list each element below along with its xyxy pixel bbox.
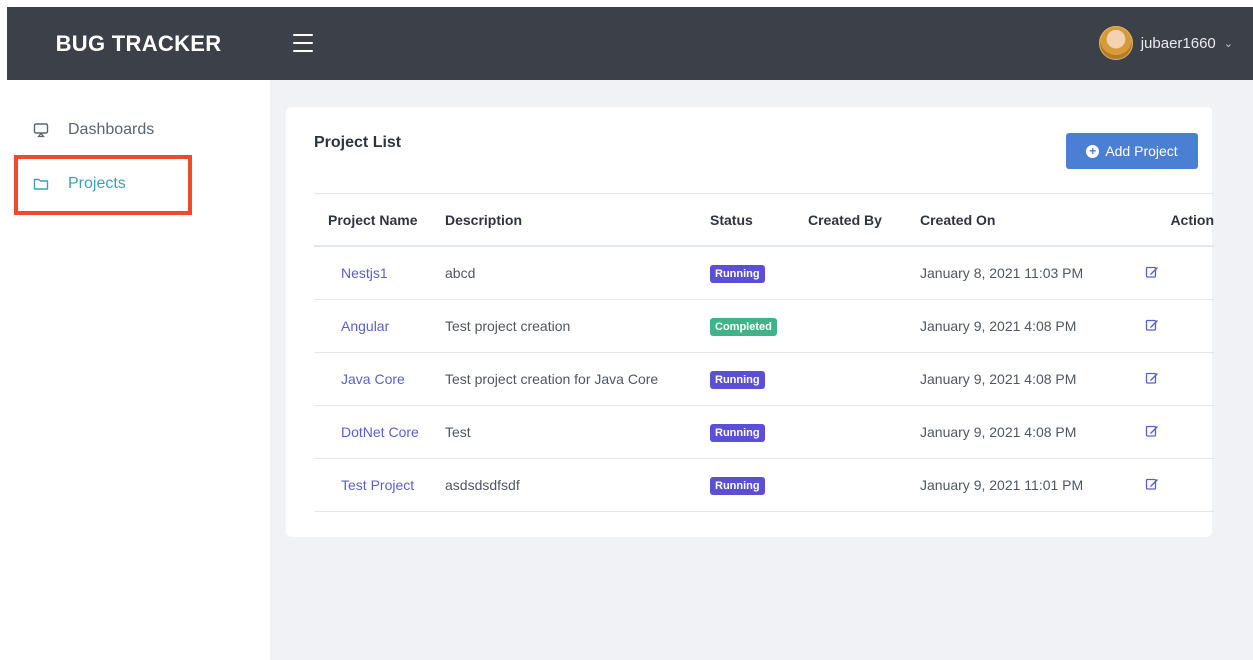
project-list-card: Project List + Add Project Project Name … bbox=[286, 107, 1214, 537]
project-description: asdsdsdfsdf bbox=[445, 477, 520, 493]
table-row: Java Core Test project creation for Java… bbox=[314, 353, 1214, 406]
column-header: Description bbox=[445, 211, 523, 228]
project-name-link[interactable]: Angular bbox=[341, 318, 389, 334]
status-badge: Completed bbox=[710, 317, 777, 336]
column-header: Created By bbox=[808, 211, 882, 228]
table-row: DotNet Core Test Running January 9, 2021… bbox=[314, 406, 1214, 459]
project-name-link[interactable]: Nestjs1 bbox=[341, 265, 388, 281]
status-badge: Running bbox=[710, 476, 765, 495]
project-name-link[interactable]: DotNet Core bbox=[341, 424, 419, 440]
menu-toggle-icon[interactable] bbox=[293, 34, 313, 52]
username: jubaer1660 bbox=[1140, 34, 1216, 52]
project-table: Project Name Description Status Created … bbox=[314, 193, 1214, 512]
monitor-icon bbox=[33, 123, 49, 138]
sidebar-item-label: Projects bbox=[68, 175, 126, 192]
column-header: Created On bbox=[920, 211, 996, 228]
add-project-button[interactable]: + Add Project bbox=[1066, 133, 1198, 169]
created-on: January 9, 2021 11:01 PM bbox=[920, 477, 1084, 493]
sidebar-item-label: Dashboards bbox=[68, 121, 155, 138]
created-on: January 8, 2021 11:03 PM bbox=[920, 265, 1084, 281]
status-badge: Running bbox=[710, 370, 765, 389]
column-header: Project Name bbox=[328, 211, 418, 228]
edit-icon[interactable] bbox=[1145, 371, 1159, 385]
created-on: January 9, 2021 4:08 PM bbox=[920, 318, 1077, 334]
edit-icon[interactable] bbox=[1145, 265, 1159, 279]
sidebar-item-projects[interactable]: Projects bbox=[7, 161, 270, 207]
top-navbar: BUG TRACKER jubaer1660 ⌄ bbox=[7, 7, 1253, 80]
project-description: abcd bbox=[445, 265, 476, 281]
status-badge: Running bbox=[710, 264, 765, 283]
table-row: Nestjs1 abcd Running January 8, 2021 11:… bbox=[314, 247, 1214, 300]
app-title: BUG TRACKER bbox=[55, 30, 222, 56]
project-name-link[interactable]: Java Core bbox=[341, 371, 405, 387]
sidebar-item-dashboards[interactable]: Dashboards bbox=[7, 107, 270, 153]
plus-circle-icon: + bbox=[1086, 144, 1100, 158]
folder-icon bbox=[33, 178, 49, 190]
table-header: Project Name Description Status Created … bbox=[314, 194, 1214, 247]
page-title: Project List bbox=[314, 134, 402, 151]
add-project-label: Add Project bbox=[1105, 143, 1178, 159]
project-description: Test project creation bbox=[445, 318, 571, 334]
column-header: Status bbox=[710, 211, 753, 228]
project-name-link[interactable]: Test Project bbox=[341, 477, 414, 493]
created-on: January 9, 2021 4:08 PM bbox=[920, 424, 1077, 440]
user-menu[interactable]: jubaer1660 ⌄ bbox=[1098, 26, 1233, 60]
chevron-down-icon: ⌄ bbox=[1223, 37, 1233, 50]
main-content: Project List + Add Project Project Name … bbox=[270, 80, 1253, 660]
table-row: Test Project asdsdsdfsdf Running January… bbox=[314, 459, 1214, 512]
edit-icon[interactable] bbox=[1145, 477, 1159, 491]
project-description: Test project creation for Java Core bbox=[445, 371, 659, 387]
table-row: Angular Test project creation Completed … bbox=[314, 300, 1214, 353]
sidebar: Dashboards Projects bbox=[7, 80, 270, 660]
edit-icon[interactable] bbox=[1145, 424, 1159, 438]
created-on: January 9, 2021 4:08 PM bbox=[920, 371, 1077, 387]
status-badge: Running bbox=[710, 423, 765, 442]
edit-icon[interactable] bbox=[1145, 318, 1159, 332]
project-description: Test bbox=[445, 424, 471, 440]
column-header: Action bbox=[1170, 211, 1214, 228]
avatar bbox=[1098, 26, 1133, 60]
